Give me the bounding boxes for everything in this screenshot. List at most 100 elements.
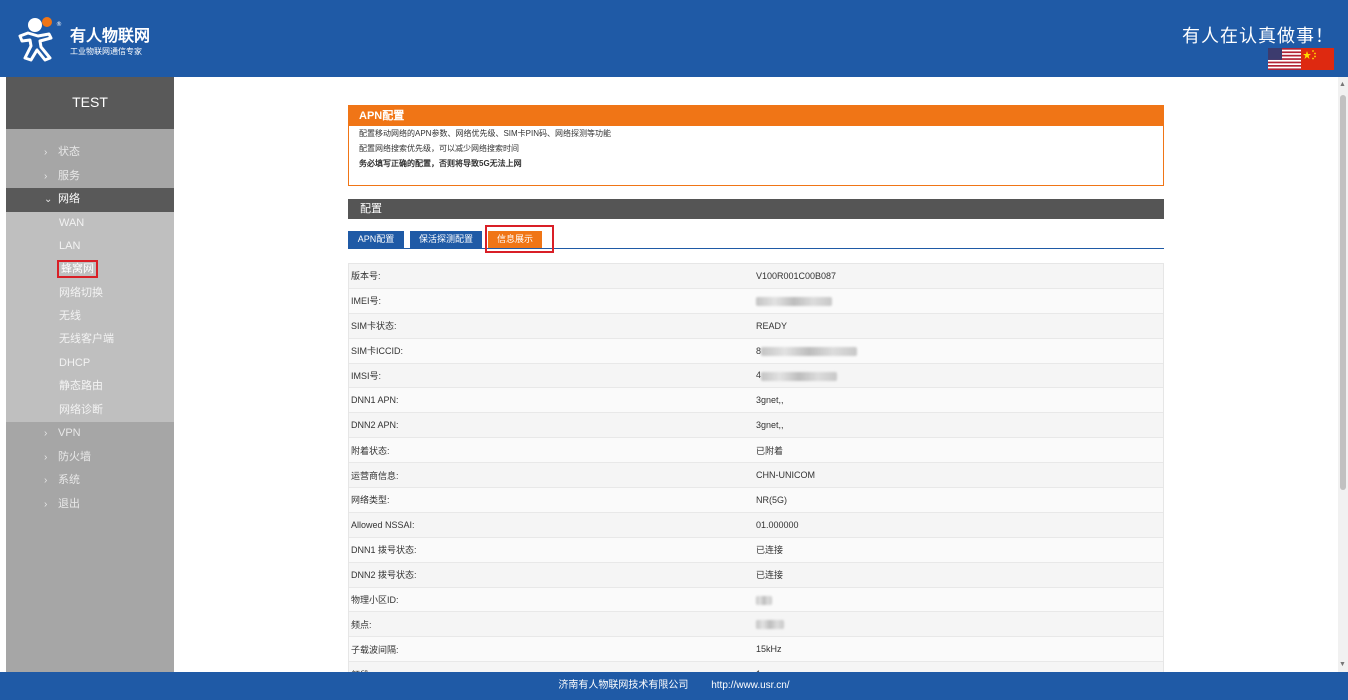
tab-apn-config[interactable]: APN配置 [348,231,404,248]
sidebar-item-logout[interactable]: › 退出 [6,493,174,517]
table-row: IMEI号: [349,288,1163,314]
notice-line: 配置网络搜索优先级，可以减少网络搜索时间 [359,144,519,153]
network-submenu: WAN LAN 蜂窝网 网络切换 无线 无线客户端 DHCP 静态路由 网络诊断 [6,211,174,423]
slogan: 有人在认真做事！ [1182,26,1334,46]
chevron-down-icon: ⌄ [44,194,53,205]
info-label: 运营商信息: [351,470,399,481]
footer: 济南有人物联网技术有限公司 http://www.usr.cn/ [0,672,1348,700]
table-row: DNN2 拨号状态: 已连接 [349,562,1163,588]
sidebar-item-status[interactable]: › 状态 [6,141,174,165]
brand-name: 有人物联网 [70,28,151,45]
redacted-value [756,619,1163,630]
table-row: 频点: [349,612,1163,638]
table-row: 附着状态: 已附着 [349,438,1163,464]
redacted-value [756,296,1163,306]
sidebar: TEST › 状态 › 服务 ⌄ 网络 WAN LAN 蜂窝网 网络切换 无线 … [6,77,174,672]
submenu-item-cellular[interactable]: 蜂窝网 [6,258,174,281]
info-label: SIM卡ICCID: [351,346,404,357]
info-table: 版本号: V100R001C00B087 IMEI号: SIM卡状态: READ… [348,263,1164,688]
table-row: SIM卡ICCID: 8 [349,338,1163,364]
submenu-item-dhcp[interactable]: DHCP [6,352,174,375]
sidebar-item-services[interactable]: › 服务 [6,165,174,189]
sidebar-item-network[interactable]: ⌄ 网络 [6,188,174,212]
info-label: 子载波间隔: [351,644,399,655]
submenu-item-lan[interactable]: LAN [6,235,174,258]
header: ® 有人物联网 工业物联网通信专家 有人在认真做事！ [0,0,1348,77]
scroll-up-icon[interactable]: ▲ [1339,81,1346,88]
info-value: 01.000000 [756,519,799,530]
redacted-value: 8 [756,346,1163,356]
info-label: DNN1 APN: [351,395,399,406]
info-label: SIM卡状态: [351,321,397,332]
svg-text:®: ® [56,21,62,28]
notice-title: APN配置 [349,106,1163,126]
info-value: 3gnet,, [756,420,784,431]
chevron-right-icon: › [44,147,48,158]
device-name: TEST [6,77,174,129]
info-value: 15kHz [756,644,782,655]
info-label: 物理小区ID: [351,595,399,606]
table-row: DNN1 拨号状态: 已连接 [349,537,1163,563]
info-label: DNN2 APN: [351,420,399,431]
info-value: V100R001C00B087 [756,270,837,281]
info-label: 附着状态: [351,445,390,456]
table-row: DNN1 APN: 3gnet,, [349,388,1163,414]
notice-warning: 务必填写正确的配置，否则将导致5G无法上网 [359,159,522,168]
footer-company: 济南有人物联网技术有限公司 [558,680,689,691]
info-label: IMSI号: [351,371,382,381]
chevron-right-icon: › [44,498,48,510]
table-row: 网络类型: NR(5G) [349,488,1163,513]
brand-subtitle: 工业物联网通信专家 [70,47,142,56]
scroll-down-icon[interactable]: ▼ [1339,661,1346,668]
info-value: NR(5G) [756,494,787,505]
table-row: Allowed NSSAI: 01.000000 [349,512,1163,538]
info-value: 已附着 [756,445,784,456]
table-row: IMSI号: 4 [349,363,1163,389]
info-label: DNN1 拨号状态: [351,545,417,556]
info-value: 3gnet,, [756,395,784,406]
info-value: 已连接 [756,570,784,581]
main-content: APN配置 配置移动网络的APN参数、网络优先级、SIM卡PIN码、网络探测等功… [174,77,1338,688]
table-row: 版本号: V100R001C00B087 [349,264,1163,289]
table-row: 物理小区ID: [349,587,1163,613]
language-switcher [1268,48,1334,70]
usr-logo-icon: ® [18,17,62,62]
info-value: 已连接 [756,545,784,556]
section-title: 配置 [348,199,1164,219]
info-label: 版本号: [351,271,381,282]
info-value: CHN-UNICOM [756,470,815,481]
table-row: DNN2 APN: 3gnet,, [349,413,1163,439]
submenu-item-wireless-client[interactable]: 无线客户端 [6,328,174,351]
chevron-right-icon: › [44,475,48,487]
table-row: 子载波间隔: 15kHz [349,637,1163,663]
info-label: DNN2 拨号状态: [351,570,417,581]
scroll-thumb[interactable] [1340,95,1346,490]
sidebar-item-vpn[interactable]: › VPN [6,422,174,446]
info-label: 频点: [351,619,372,630]
submenu-item-network-diagnosis[interactable]: 网络诊断 [6,399,174,422]
tab-keepalive-config[interactable]: 保活探测配置 [410,231,482,248]
sidebar-item-firewall[interactable]: › 防火墙 [6,446,174,470]
redacted-value [756,594,1163,605]
chevron-right-icon: › [44,170,48,182]
info-label: 网络类型: [351,495,390,506]
chevron-right-icon: › [44,428,48,440]
submenu-item-wireless[interactable]: 无线 [6,305,174,328]
info-label: Allowed NSSAI: [351,519,415,530]
footer-url[interactable]: http://www.usr.cn/ [711,680,789,691]
table-row: SIM卡状态: READY [349,313,1163,339]
submenu-item-static-route[interactable]: 静态路由 [6,375,174,398]
submenu-item-wan[interactable]: WAN [6,212,174,235]
info-value: READY [756,320,788,331]
sidebar-item-system[interactable]: › 系统 [6,469,174,493]
vertical-scrollbar[interactable]: ▲ ▼ [1338,77,1348,672]
submenu-item-network-switch[interactable]: 网络切换 [6,282,174,305]
config-tabs: APN配置 保活探测配置 信息展示 [348,231,1164,249]
cn-flag-icon[interactable] [1301,48,1334,70]
redacted-value: 4 [756,370,1163,381]
us-flag-icon[interactable] [1268,48,1301,70]
apn-notice-box: APN配置 配置移动网络的APN参数、网络优先级、SIM卡PIN码、网络探测等功… [348,105,1164,186]
notice-line: 配置移动网络的APN参数、网络优先级、SIM卡PIN码、网络探测等功能 [359,129,612,138]
tab-info-display[interactable]: 信息展示 [488,231,542,248]
chevron-right-icon: › [44,451,48,463]
